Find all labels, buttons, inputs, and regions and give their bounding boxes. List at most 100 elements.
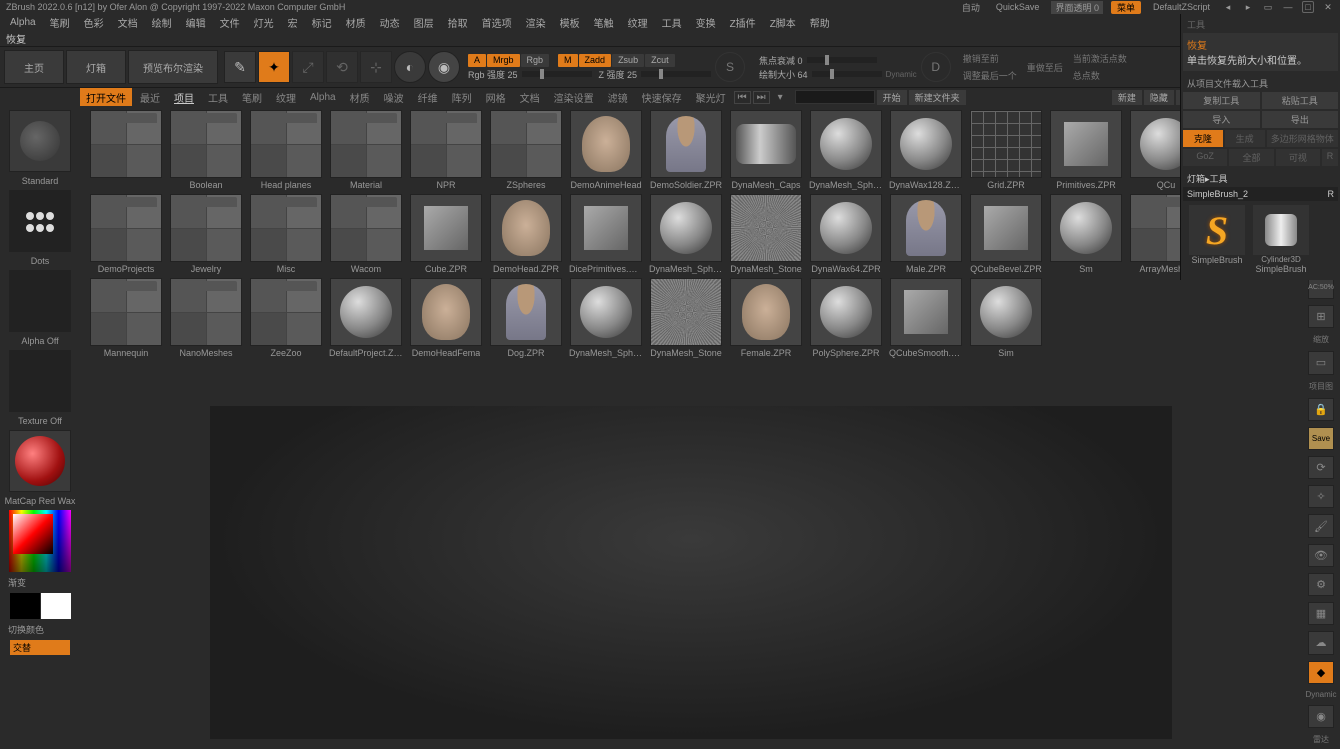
menu-stroke[interactable]: 笔触: [588, 15, 620, 30]
menu-movie[interactable]: 动态: [374, 15, 406, 30]
grid-item[interactable]: Boolean: [168, 110, 244, 190]
z-intensity-slider[interactable]: [641, 71, 711, 77]
auto-btn[interactable]: 自动: [958, 1, 984, 14]
zcut-pill[interactable]: Zcut: [645, 54, 675, 67]
load-from-project[interactable]: 从项目文件载入工具: [1183, 75, 1338, 92]
adjust-last[interactable]: 调整最后一个: [963, 69, 1017, 82]
home-button[interactable]: 主页: [4, 50, 64, 84]
grid-item[interactable]: ZSpheres: [488, 110, 564, 190]
grid-item[interactable]: Material: [328, 110, 404, 190]
grid-item[interactable]: Male.ZPR: [888, 194, 964, 274]
grid-item[interactable]: Head planes: [248, 110, 324, 190]
import-btn[interactable]: 导入: [1183, 111, 1260, 128]
menu-btn[interactable]: 菜单: [1111, 1, 1141, 14]
grid-item[interactable]: DynaWax64.ZPR: [808, 194, 884, 274]
grid-item[interactable]: DemoAnimeHead: [568, 110, 644, 190]
menu-document[interactable]: 文档: [112, 15, 144, 30]
lightbox-button[interactable]: 灯箱: [66, 50, 126, 84]
rgb-pill[interactable]: Rgb: [521, 54, 550, 67]
gear-icon[interactable]: ⚙: [1308, 573, 1334, 596]
draw-size-slider[interactable]: [812, 71, 882, 77]
grid-item[interactable]: ZeeZoo: [248, 278, 324, 358]
chevron-down-icon[interactable]: ▾: [772, 90, 789, 105]
menu-preferences[interactable]: 首选项: [476, 15, 518, 30]
grid-item[interactable]: DynaMesh_Sphere: [568, 278, 644, 358]
white-swatch[interactable]: [41, 593, 71, 619]
grid-item[interactable]: Grid.ZPR: [968, 110, 1044, 190]
next-icon[interactable]: ▸: [1242, 1, 1254, 13]
menu-alpha[interactable]: Alpha: [4, 17, 42, 28]
sculptris-icon[interactable]: ◐: [394, 51, 426, 83]
generate-btn[interactable]: 生成: [1225, 130, 1265, 147]
search-input[interactable]: [795, 90, 875, 104]
hide-button[interactable]: 隐藏: [1144, 90, 1174, 105]
tab-recent[interactable]: 最近: [134, 88, 166, 107]
alternate-button[interactable]: 交替: [10, 640, 70, 655]
copy-tool-btn[interactable]: 复制工具: [1183, 92, 1260, 109]
menu-draw[interactable]: 绘制: [146, 15, 178, 30]
tab-fiber[interactable]: 纤维: [412, 88, 444, 107]
viewport[interactable]: [210, 406, 1172, 739]
save-rail-button[interactable]: Save: [1308, 427, 1334, 450]
tab-material[interactable]: 材质: [344, 88, 376, 107]
menu-material[interactable]: 材质: [340, 15, 372, 30]
move-icon[interactable]: ✦: [258, 51, 290, 83]
tool-thumb-cylinder[interactable]: Cylinder3D SimpleBrush: [1251, 205, 1311, 274]
grid-item[interactable]: Jewelry: [168, 194, 244, 274]
quicksave-btn[interactable]: QuickSave: [992, 2, 1044, 12]
open-button[interactable]: 开始: [877, 90, 907, 105]
grid-item[interactable]: DynaMesh_Stone: [648, 278, 724, 358]
poly-quad-btn[interactable]: 多边形网格物体: [1267, 130, 1339, 147]
menu-brush[interactable]: 笔刷: [44, 15, 76, 30]
tab-document[interactable]: 文档: [514, 88, 546, 107]
grid-item[interactable]: QCubeBevel.ZPR: [968, 194, 1044, 274]
preview-bool-button[interactable]: 预览布尔渲染: [128, 50, 218, 84]
refresh-icon[interactable]: ⟳: [1308, 456, 1334, 479]
eye-icon[interactable]: 👁: [1308, 544, 1334, 567]
menu-layer[interactable]: 图层: [408, 15, 440, 30]
brush-rail-icon[interactable]: 🖌: [1308, 514, 1334, 537]
menu-tool[interactable]: 工具: [656, 15, 688, 30]
grid-item[interactable]: NPR: [408, 110, 484, 190]
visible-btn[interactable]: 可视: [1276, 149, 1320, 166]
undo-after[interactable]: 重做至后: [1027, 61, 1063, 74]
menu-transform[interactable]: 变换: [690, 15, 722, 30]
grid-item[interactable]: DemoProjects: [88, 194, 164, 274]
r-btn[interactable]: R: [1322, 149, 1338, 166]
grid-item[interactable]: DicePrimitives.ZPR: [568, 194, 644, 274]
menu-edit[interactable]: 编辑: [180, 15, 212, 30]
zadd-pill[interactable]: Zadd: [579, 54, 612, 67]
menu-stencil[interactable]: 模板: [554, 15, 586, 30]
tab-grid[interactable]: 网格: [480, 88, 512, 107]
cloud-icon[interactable]: ☁: [1308, 631, 1334, 654]
tab-render[interactable]: 渲染设置: [548, 88, 600, 107]
focal-shift-slider[interactable]: [807, 57, 877, 63]
export-btn[interactable]: 导出: [1262, 111, 1339, 128]
xyz-icon[interactable]: ⊞: [1308, 305, 1334, 328]
radar-icon[interactable]: ◉: [1308, 705, 1334, 728]
grid-item[interactable]: Wacom: [328, 194, 404, 274]
grid-item[interactable]: Female.ZPR: [728, 278, 804, 358]
dynamic-label[interactable]: Dynamic: [886, 70, 917, 79]
layout-icon[interactable]: ▭: [1262, 1, 1274, 13]
goz-btn[interactable]: GoZ: [1183, 149, 1227, 166]
rotate-icon[interactable]: ⟲: [326, 51, 358, 83]
play-next-icon[interactable]: ⏭: [753, 91, 770, 104]
black-swatch[interactable]: [10, 593, 40, 619]
transparency-slider[interactable]: 界面透明 0: [1051, 1, 1103, 14]
d-icon[interactable]: D: [921, 52, 951, 82]
tool-item-row[interactable]: SimpleBrush_2 R: [1183, 187, 1338, 201]
grid-item[interactable]: DefaultProject.ZPR: [328, 278, 404, 358]
gradient-label[interactable]: 渐变: [8, 576, 26, 589]
gizmo-icon[interactable]: ⊹: [360, 51, 392, 83]
dynamic-rail-icon[interactable]: ◆: [1308, 661, 1334, 684]
material-thumb[interactable]: [9, 430, 71, 492]
lock-icon[interactable]: 🔒: [1308, 398, 1334, 421]
dynamesh-icon[interactable]: ◉: [428, 51, 460, 83]
tool-item-r[interactable]: R: [1328, 189, 1335, 199]
minimize-icon[interactable]: —: [1282, 1, 1294, 13]
mrgb-pill[interactable]: Mrgb: [487, 54, 520, 67]
tab-tool[interactable]: 工具: [202, 88, 234, 107]
tab-alpha[interactable]: Alpha: [304, 90, 342, 105]
grid-item[interactable]: Cube.ZPR: [408, 194, 484, 274]
